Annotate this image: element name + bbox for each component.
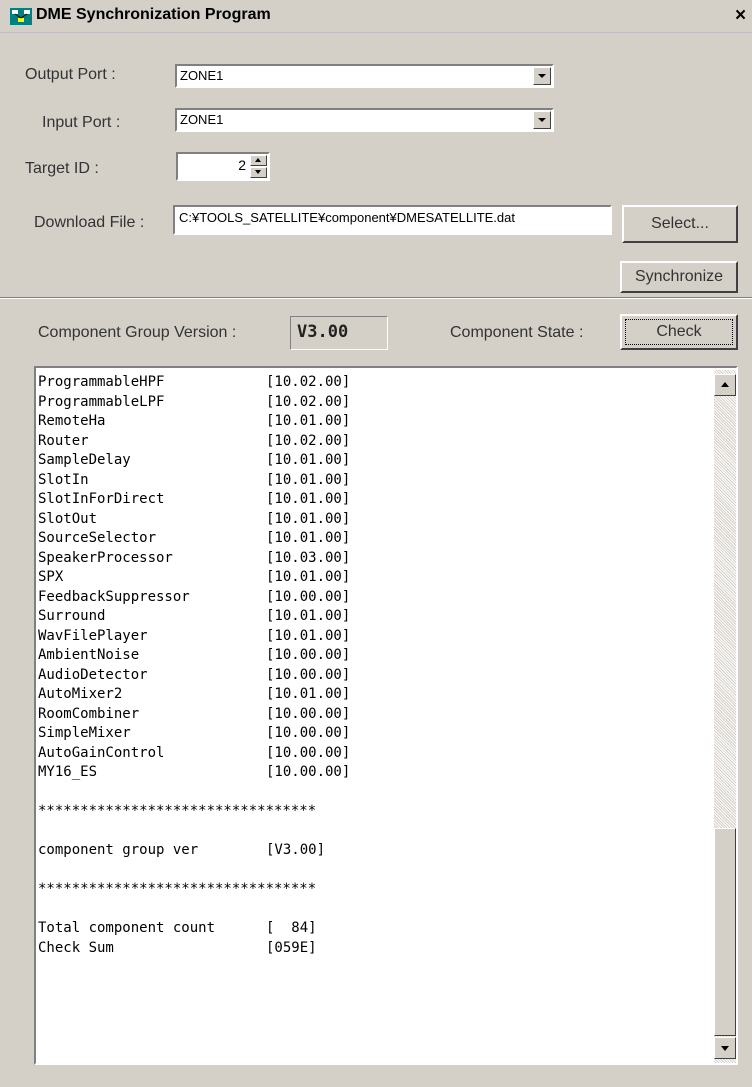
output-port-select[interactable]: ZONE1	[175, 64, 554, 88]
list-item: SourceSelector [10.01.00]	[38, 530, 351, 546]
list-item: WavFilePlayer [10.01.00]	[38, 627, 351, 644]
focus-rectangle	[625, 319, 733, 345]
download-file-field[interactable]: C:¥TOOLS_SATELLITE¥component¥DMESATELLIT…	[173, 205, 612, 235]
list-item: MY16_ES [10.00.00]	[38, 764, 351, 780]
list-item: SlotOut [10.01.00]	[38, 510, 351, 527]
list-item: ProgrammableLPF [10.02.00]	[38, 393, 351, 410]
component-state-label: Component State :	[450, 324, 584, 341]
list-item: AutoGainControl [10.00.00]	[38, 744, 351, 761]
download-file-label: Download File :	[34, 214, 145, 231]
input-port-select[interactable]: ZONE1	[175, 108, 554, 132]
target-id-value: 2	[238, 157, 246, 173]
output-port-label: Output Port :	[25, 66, 116, 83]
chevron-down-icon[interactable]	[533, 111, 551, 129]
group-version-line: component group ver [V3.00]	[38, 842, 326, 858]
total-count-line: Total component count[ 84]	[38, 920, 317, 936]
spin-down-icon[interactable]	[250, 167, 267, 178]
target-id-label: Target ID :	[25, 160, 99, 177]
output-port-value: ZONE1	[180, 68, 224, 83]
scroll-thumb[interactable]	[714, 828, 736, 1036]
app-network-icon	[10, 8, 32, 25]
list-item: Surround [10.01.00]	[38, 608, 351, 624]
window-title: DME Synchronization Program	[36, 6, 271, 23]
list-item: SlotIn [10.01.00]	[38, 471, 351, 488]
list-item: AmbientNoise [10.00.00]	[38, 647, 351, 663]
chevron-down-icon[interactable]	[533, 67, 551, 85]
scroll-up-icon[interactable]	[714, 374, 736, 396]
component-group-version-value: V3.00	[290, 316, 388, 350]
list-item: SlotInForDirect [10.01.00]	[38, 491, 351, 507]
list-item: RemoteHa [10.01.00]	[38, 413, 351, 429]
title-bar: DME Synchronization Program ×	[0, 0, 752, 33]
divider	[0, 297, 752, 299]
synchronize-button[interactable]: Synchronize	[620, 261, 738, 293]
list-item: RoomCombiner [10.00.00]	[38, 705, 351, 722]
scroll-down-icon[interactable]	[714, 1037, 736, 1059]
list-item: SimpleMixer [10.00.00]	[38, 725, 351, 741]
list-item: ProgrammableHPF [10.02.00]	[38, 374, 351, 390]
select-button[interactable]: Select...	[622, 205, 738, 243]
input-port-value: ZONE1	[180, 112, 224, 127]
input-port-label: Input Port :	[42, 114, 121, 131]
close-icon[interactable]: ×	[735, 5, 752, 26]
list-item: AudioDetector [10.00.00]	[38, 666, 351, 683]
component-list-content: ProgrammableHPF [10.02.00] ProgrammableLP…	[38, 373, 716, 958]
list-item: FeedbackSuppressor [10.00.00]	[38, 588, 351, 605]
target-id-stepper[interactable]: 2	[176, 152, 270, 181]
check-button[interactable]: Check	[620, 314, 738, 350]
component-group-version-label: Component Group Version :	[38, 324, 237, 341]
spin-up-icon[interactable]	[250, 155, 267, 166]
list-item: SpeakerProcessor [10.03.00]	[38, 549, 351, 566]
vertical-scrollbar[interactable]	[714, 370, 736, 1063]
list-item: SPX [10.01.00]	[38, 569, 351, 585]
list-item: Router [10.02.00]	[38, 432, 351, 449]
list-item: SampleDelay [10.01.00]	[38, 452, 351, 468]
separator-line: *********************************	[38, 881, 317, 897]
component-list[interactable]: ProgrammableHPF [10.02.00] ProgrammableLP…	[34, 366, 738, 1065]
separator-line: *********************************	[38, 803, 317, 819]
check-sum-line: Check Sum [059E]	[38, 939, 317, 956]
list-item: AutoMixer2 [10.01.00]	[38, 686, 351, 702]
